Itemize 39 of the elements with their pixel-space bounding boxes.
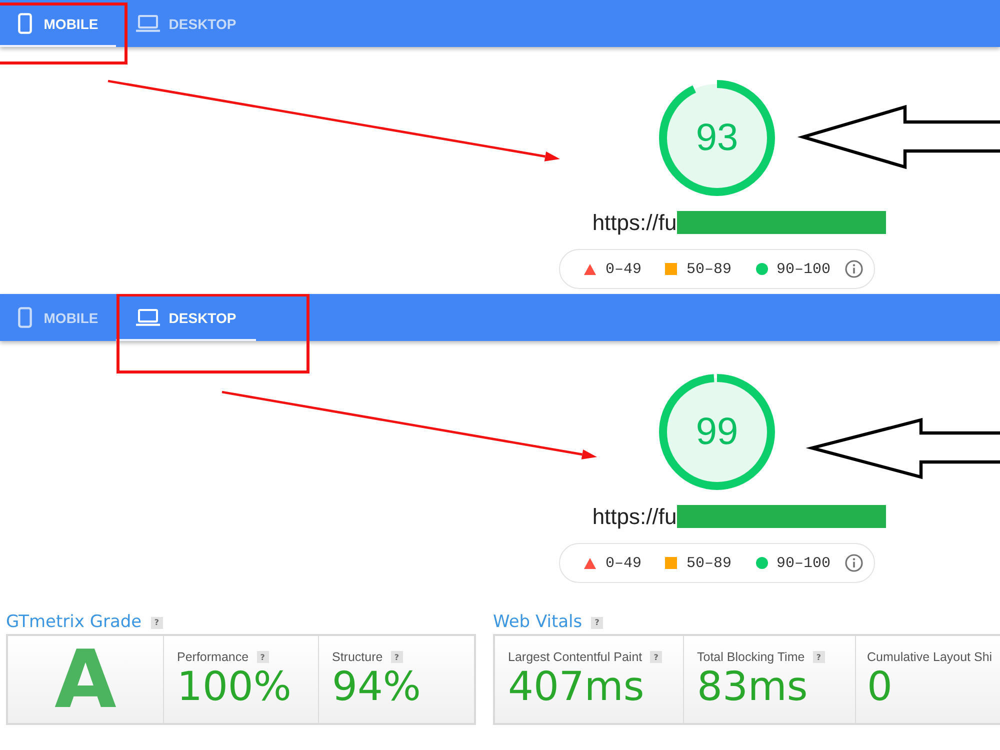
metric-label: Largest Contentful Paint: [508, 650, 642, 664]
tab[interactable]: MOBILE: [0, 0, 116, 47]
section-title: Web Vitals: [493, 612, 582, 633]
legend-label: 0–49: [605, 260, 642, 278]
legend-label: 50–89: [686, 260, 732, 278]
url-text: https://fu: [592, 210, 677, 236]
metric-value: 83ms: [697, 665, 809, 709]
metric-value: 94%: [332, 665, 422, 709]
help-badge[interactable]: ?: [150, 616, 163, 628]
metric-label: Structure: [332, 650, 383, 664]
phone-icon: [18, 307, 32, 328]
help-badge[interactable]: ?: [390, 651, 403, 663]
help-badge[interactable]: ?: [650, 651, 662, 663]
legend-label: 0–49: [605, 554, 642, 572]
metric-label: Total Blocking Time: [697, 650, 805, 664]
help-badge[interactable]: ?: [812, 651, 825, 663]
grade-letter: A: [54, 636, 116, 723]
laptop-icon: [136, 15, 160, 32]
metric-label: Performance: [177, 650, 249, 664]
score-value: 93: [696, 116, 738, 160]
laptop-icon: [136, 309, 160, 326]
tab[interactable]: MOBILE: [0, 294, 116, 341]
metric-value: 0: [867, 665, 894, 709]
tab[interactable]: DESKTOP: [116, 294, 256, 341]
legend-label: 90–100: [776, 554, 831, 572]
metric-value: 100%: [177, 665, 292, 709]
phone-icon: [18, 13, 32, 34]
url-text: https://fu: [592, 504, 677, 530]
legend-label: 50–89: [686, 554, 732, 572]
help-badge[interactable]: ?: [256, 651, 269, 663]
legend-label: 90–100: [776, 260, 831, 278]
metric-label: Cumulative Layout Shi: [867, 650, 992, 664]
section-title: GTmetrix Grade: [6, 612, 142, 633]
info-icon[interactable]: [844, 554, 863, 572]
score-value: 99: [696, 410, 738, 454]
metric-value: 407ms: [508, 665, 646, 709]
info-icon[interactable]: [844, 260, 863, 278]
tab[interactable]: DESKTOP: [116, 0, 256, 47]
help-badge[interactable]: ?: [591, 616, 604, 628]
